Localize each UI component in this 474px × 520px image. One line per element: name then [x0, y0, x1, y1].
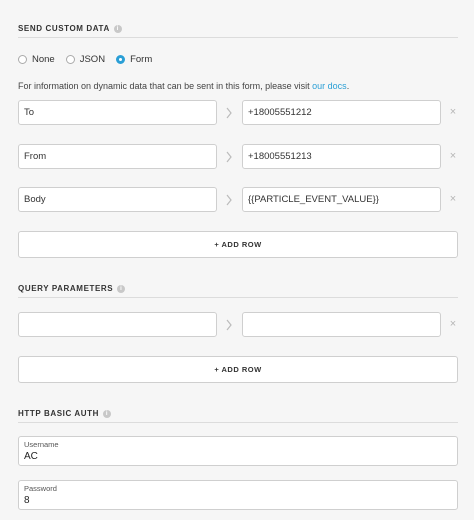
radio-option-form[interactable]: Form — [116, 54, 152, 65]
chevron-right-icon — [225, 106, 233, 120]
query-divider — [18, 297, 458, 298]
custom-data-section-title: SEND CUSTOM DATA i — [18, 24, 122, 33]
docs-link[interactable]: our docs — [312, 81, 347, 91]
radio-json-label: JSON — [79, 53, 106, 65]
info-suffix: . — [346, 81, 350, 91]
radio-none-label: None — [32, 53, 55, 65]
close-icon[interactable]: × — [448, 194, 458, 205]
radio-form[interactable] — [116, 54, 126, 64]
password-value[interactable]: 8 — [24, 494, 452, 508]
add-query-row-button[interactable]: + ADD ROW — [18, 356, 458, 383]
radio-option-none[interactable]: None — [18, 54, 55, 65]
custom-data-title-text: SEND CUSTOM DATA — [18, 24, 110, 33]
form-key-field-from[interactable]: From — [18, 144, 217, 169]
close-icon[interactable]: × — [448, 151, 458, 162]
dynamic-data-info: For information on dynamic data that can… — [18, 81, 349, 91]
query-title-text: QUERY PARAMETERS — [18, 284, 114, 293]
form-key-field-to[interactable]: To — [18, 100, 217, 125]
close-icon[interactable]: × — [448, 107, 458, 118]
auth-section-title: HTTP BASIC AUTH i — [18, 409, 111, 418]
auth-title-text: HTTP BASIC AUTH — [18, 409, 99, 418]
password-label: Password — [24, 484, 57, 493]
radio-none[interactable] — [18, 54, 27, 64]
form-value-field-to[interactable]: +18005551212 — [242, 100, 441, 125]
info-prefix: For information on dynamic data that can… — [18, 81, 313, 91]
data-format-radio-group: None JSON Form — [18, 53, 163, 65]
chevron-right-icon — [225, 150, 233, 164]
chevron-right-icon — [225, 193, 233, 207]
auth-divider — [18, 422, 458, 423]
radio-json[interactable] — [65, 54, 75, 64]
form-value-field-body[interactable]: {{PARTICLE_EVENT_VALUE}} — [242, 187, 441, 212]
radio-form-label: Form — [130, 53, 153, 65]
form-value-field-from[interactable]: +18005551213 — [242, 144, 441, 169]
chevron-right-icon — [225, 318, 233, 332]
username-label: Username — [24, 440, 59, 449]
username-field[interactable]: Username AC — [18, 436, 458, 466]
username-value[interactable]: AC — [24, 450, 452, 464]
info-icon[interactable]: i — [113, 24, 122, 33]
info-icon[interactable]: i — [117, 284, 126, 293]
query-key-field[interactable] — [18, 312, 217, 337]
radio-option-json[interactable]: JSON — [65, 53, 106, 65]
query-section-title: QUERY PARAMETERS i — [18, 284, 126, 293]
close-icon[interactable]: × — [448, 319, 458, 330]
add-form-row-button[interactable]: + ADD ROW — [18, 231, 458, 258]
info-icon[interactable]: i — [103, 409, 111, 418]
password-field[interactable]: Password 8 — [18, 480, 458, 510]
query-value-field[interactable] — [242, 312, 441, 337]
form-key-field-body[interactable]: Body — [18, 187, 217, 212]
custom-data-divider — [18, 37, 458, 38]
